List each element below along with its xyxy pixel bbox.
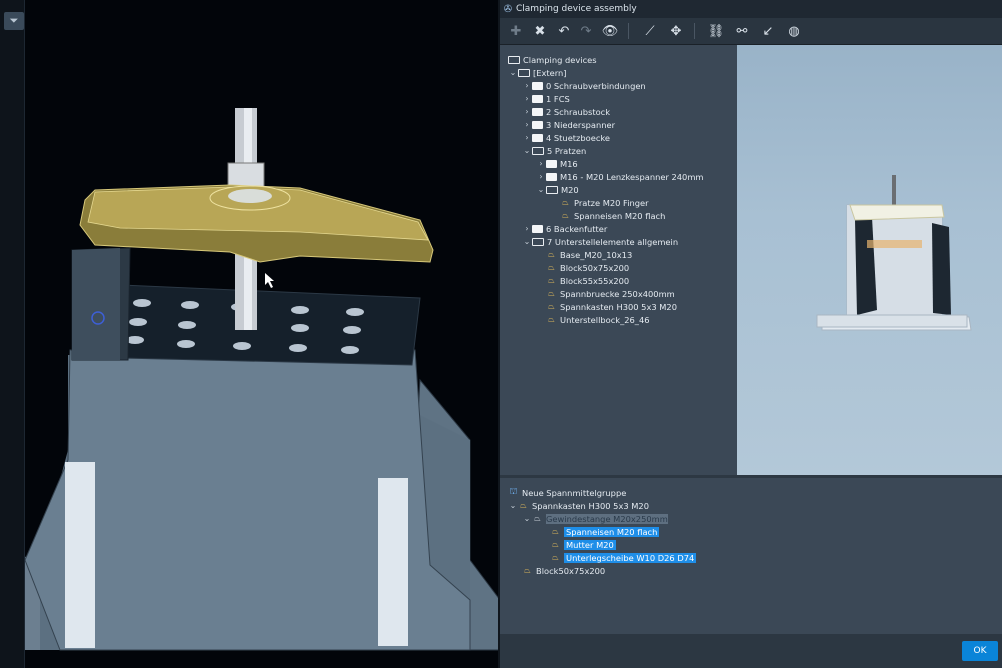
folder-icon	[532, 81, 543, 90]
part-icon: ⏢	[548, 288, 555, 298]
part-icon: ⏢	[520, 500, 527, 510]
dialog-title: Clamping device assembly	[516, 4, 637, 14]
tree-item[interactable]: ⏢ Block55x55x200	[546, 274, 629, 287]
axis-icon[interactable]: ⟋	[640, 21, 660, 41]
part-icon: ⏢	[548, 314, 555, 324]
dialog-toolbar: ✚ ✖ ↶ ↷ 👁 ⟋ ✥ ⛓ ⚯ ↙ ◍	[500, 18, 1002, 45]
part-icon: ⏢	[562, 197, 569, 207]
folder-open-icon	[518, 68, 530, 77]
viewport-tool-strip: ⇱ ⏷	[0, 0, 25, 668]
part-icon: ⏢	[552, 526, 559, 536]
folder-icon	[532, 120, 543, 129]
part-icon: ⏢	[534, 513, 541, 523]
3d-viewport[interactable]: ⇱ ⏷	[0, 0, 498, 668]
part-icon: ⏢	[552, 539, 559, 549]
chevron-right-icon[interactable]: ›	[522, 120, 532, 129]
move-icon[interactable]: ✥	[666, 21, 686, 41]
tree-item[interactable]: › 6 Backenfutter	[522, 222, 607, 235]
dialog-footer: OK	[500, 634, 1002, 668]
rotate-right-icon[interactable]: ↷	[576, 21, 596, 41]
rotate-left-icon[interactable]: ↶	[554, 21, 574, 41]
chevron-down-icon[interactable]: ⌄	[536, 185, 546, 194]
add-icon[interactable]: ✚	[506, 21, 526, 41]
clamping-device-tree: Clamping devices ⌄ [Extern] › 0 Schraubv…	[500, 45, 736, 475]
tree-item[interactable]: › 1 FCS	[522, 92, 569, 105]
part-icon: ⏢	[562, 210, 569, 220]
assembly-group[interactable]: ⛫ Neue Spannmittelgruppe	[508, 486, 626, 499]
dialog-titlebar: ✇ Clamping device assembly	[500, 0, 1002, 18]
assembly-item[interactable]: ⌄ ⏢ Gewindestange M20x250mm	[522, 512, 668, 525]
part-preview[interactable]	[737, 45, 1002, 475]
part-icon: ⏢	[524, 565, 531, 575]
toolbar-separator	[628, 23, 629, 39]
tree-root[interactable]: Clamping devices	[508, 53, 597, 66]
assembly-tree: ⛫ Neue Spannmittelgruppe ⌄ ⏢ Spannkasten…	[500, 478, 1002, 634]
folder-icon	[546, 172, 557, 181]
chevron-down-icon[interactable]: ⌄	[522, 146, 532, 155]
part-icon: ⏢	[548, 249, 555, 259]
tree-item[interactable]: ⏢ Block50x75x200	[546, 261, 629, 274]
chevron-right-icon[interactable]: ›	[522, 107, 532, 116]
part-icon: ⏢	[548, 262, 555, 272]
part-icon: ⏢	[552, 552, 559, 562]
unlink-icon[interactable]: ⚯	[732, 21, 752, 41]
tree-item[interactable]: ⏢ Pratze M20 Finger	[560, 196, 648, 209]
tree-item[interactable]: ⌄ 5 Pratzen	[522, 144, 587, 157]
chevron-right-icon[interactable]: ›	[522, 133, 532, 142]
toolbar-separator	[694, 23, 695, 39]
chevron-right-icon[interactable]: ›	[522, 81, 532, 90]
folder-icon	[532, 94, 543, 103]
tree-item[interactable]: › M16	[536, 157, 577, 170]
part-icon: ⏢	[548, 275, 555, 285]
eye-icon[interactable]: 👁	[600, 21, 620, 41]
chevron-right-icon[interactable]: ›	[536, 159, 546, 168]
link-icon[interactable]: ⛓	[706, 21, 726, 41]
assembly-item[interactable]: ⏢ Block50x75x200	[522, 564, 605, 577]
folder-icon	[532, 133, 543, 142]
pick-icon[interactable]: ↙	[758, 21, 778, 41]
group-icon: ⛫	[509, 487, 518, 497]
tree-item[interactable]: ⌄ M20	[536, 183, 579, 196]
tree-item[interactable]: › 0 Schraubverbindungen	[522, 79, 645, 92]
folder-icon	[532, 224, 543, 233]
chevron-right-icon[interactable]: ›	[522, 224, 532, 233]
tree-item[interactable]: ⏢ Base_M20_10x13	[546, 248, 632, 261]
assembly-item-selected[interactable]: ⏢ Spanneisen M20 flach	[550, 525, 660, 538]
ok-button[interactable]: OK	[962, 641, 998, 661]
folder-open-icon	[532, 146, 544, 155]
tree-item[interactable]: › 4 Stuetzboecke	[522, 131, 610, 144]
tree-item[interactable]: ⌄ 7 Unterstellelemente allgemein	[522, 235, 678, 248]
filter-icon[interactable]: ⏷	[4, 12, 24, 30]
assembly-item-selected[interactable]: ⏢ Mutter M20	[550, 538, 616, 551]
clamp-app-icon: ✇	[503, 3, 513, 15]
folder-icon	[546, 159, 557, 168]
chevron-right-icon[interactable]: ›	[536, 172, 546, 181]
part-icon: ⏢	[548, 301, 555, 311]
tree-item[interactable]: ⏢ Spanneisen M20 flach	[560, 209, 665, 222]
tree-item[interactable]: › 3 Niederspanner	[522, 118, 615, 131]
chevron-right-icon[interactable]: ›	[522, 94, 532, 103]
remove-icon[interactable]: ✖	[530, 21, 550, 41]
tree-item[interactable]: › 2 Schraubstock	[522, 105, 610, 118]
folder-open-icon	[532, 237, 544, 246]
chevron-down-icon[interactable]: ⌄	[508, 68, 518, 77]
sphere-icon[interactable]: ◍	[784, 21, 804, 41]
chevron-down-icon[interactable]: ⌄	[522, 514, 532, 523]
tree-item[interactable]: › M16 - M20 Lenzkespanner 240mm	[536, 170, 703, 183]
tree-item[interactable]: ⏢ Unterstellbock_26_46	[546, 313, 649, 326]
chevron-down-icon[interactable]: ⌄	[508, 501, 518, 510]
folder-open-icon	[546, 185, 558, 194]
assembly-item-selected[interactable]: ⏢ Unterlegscheibe W10 D26 D74	[550, 551, 697, 564]
tree-item[interactable]: ⏢ Spannbruecke 250x400mm	[546, 287, 674, 300]
tree-item[interactable]: ⏢ Spannkasten H300 5x3 M20	[546, 300, 677, 313]
chevron-down-icon[interactable]: ⌄	[522, 237, 532, 246]
tree-item-extern[interactable]: ⌄ [Extern]	[508, 66, 567, 79]
clamping-dialog: ✇ Clamping device assembly ✚ ✖ ↶ ↷ 👁 ⟋ ✥…	[498, 0, 1002, 668]
folder-open-icon	[508, 55, 520, 64]
preview-render	[816, 175, 972, 331]
clamping-scene-render[interactable]	[0, 0, 498, 668]
assembly-item[interactable]: ⌄ ⏢ Spannkasten H300 5x3 M20	[508, 499, 649, 512]
folder-icon	[532, 107, 543, 116]
